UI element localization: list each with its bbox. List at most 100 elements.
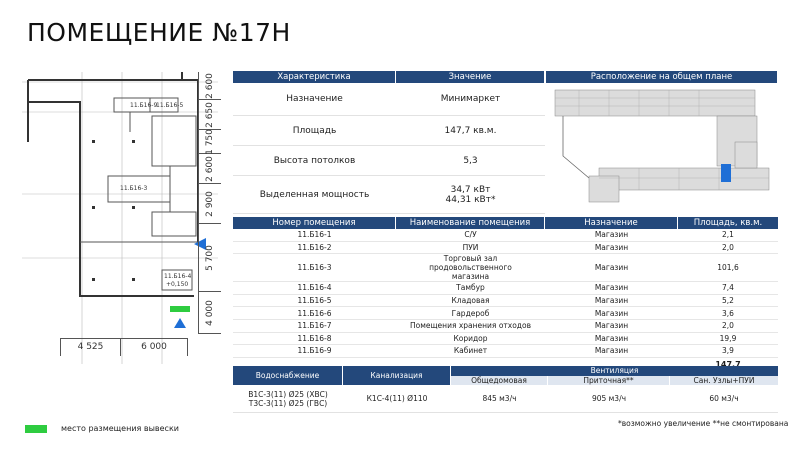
dim-horizontal: 4 525 — [60, 339, 120, 356]
table-row: 11.Б16-1 С/У Магазин 2,1 — [233, 229, 778, 242]
table-row: 11.Б16-2 ПУИ Магазин 2,0 — [233, 242, 778, 255]
sign-location-swatch — [25, 424, 47, 433]
sewer-value: К1С-4(11) Ø110 — [366, 394, 428, 403]
room-label-3: 11.Б16-3 — [120, 185, 147, 192]
room-number: 11.Б16-7 — [297, 321, 332, 331]
water-supply: В1С-3(11) Ø25 (ХВС) Т3С-3(11) Ø25 (ГВС) — [233, 390, 343, 408]
floor-plan-drawing: 11.Б16-9 11.Б16-5 11.Б16-3 11.Б16-4 +0,1… — [22, 72, 218, 364]
header-room-name: Наименование помещения — [396, 217, 545, 229]
dim-vertical: 1 750 — [199, 129, 221, 154]
room-name: Гардероб — [451, 308, 490, 318]
legend-label: место размещения вывески — [61, 424, 179, 433]
page-title: ПОМЕЩЕНИЕ №17Н — [27, 18, 291, 47]
char-value: 34,7 кВт 44,31 кВт* — [396, 185, 545, 205]
horizontal-dimensions: 4 525 6 000 — [60, 338, 188, 356]
header-characteristic: Характеристика — [233, 71, 396, 83]
room-area: 7,4 — [722, 283, 734, 293]
footnotes: *возможно увеличение **не смонтирована — [618, 419, 789, 428]
char-value: Минимаркет — [440, 94, 501, 104]
room-name: Кладовая — [451, 296, 490, 306]
room-purpose: Магазин — [594, 263, 629, 273]
room-purpose: Магазин — [594, 230, 629, 240]
vent-supply-value: 905 м3/ч — [591, 394, 627, 403]
room-purpose: Магазин — [594, 346, 629, 356]
vent-sanitary-value: 60 м3/ч — [709, 394, 739, 403]
room-number: 11.Б16-3 — [297, 263, 332, 273]
power-value: 34,7 кВт — [450, 184, 491, 195]
legend: место размещения вывески — [25, 424, 179, 433]
room-area: 2,0 — [722, 321, 734, 331]
room-purpose: Магазин — [594, 242, 629, 252]
char-value: 147,7 кв.м. — [444, 125, 497, 136]
room-area: 3,9 — [722, 346, 734, 356]
highlighted-unit — [721, 164, 731, 182]
overview-map — [554, 89, 770, 203]
char-label: Высота потолков — [273, 155, 356, 166]
room-number: 11.Б16-6 — [297, 308, 332, 318]
header-location: Расположение на общем плане — [546, 71, 778, 83]
utilities-header: Водоснабжение Канализация Вентиляция Общ… — [233, 366, 778, 385]
utilities-row: В1С-3(11) Ø25 (ХВС) Т3С-3(11) Ø25 (ГВС) … — [233, 385, 778, 413]
header-room-purpose: Назначение — [545, 217, 678, 229]
floor-plan: 11.Б16-9 11.Б16-5 11.Б16-3 11.Б16-4 +0,1… — [22, 72, 218, 364]
table-row: 11.Б16-9 Кабинет Магазин 3,9 — [233, 345, 778, 358]
location-overview-plan — [549, 86, 777, 210]
floor-level-label: +0,150 — [166, 281, 188, 288]
room-number: 11.Б16-9 — [297, 346, 332, 356]
header-sewer: Канализация — [343, 366, 451, 385]
room-purpose: Магазин — [594, 308, 629, 318]
characteristics-header: Характеристика Значение — [233, 71, 545, 83]
room-name: Тамбур — [456, 283, 485, 293]
power-value-extended: 44,31 кВт* — [445, 194, 496, 205]
room-purpose: Магазин — [594, 321, 629, 331]
vent-general-value: 845 м3/ч — [482, 394, 517, 403]
water-cold: В1С-3(11) Ø25 (ХВС) — [248, 389, 328, 399]
room-purpose: Магазин — [594, 333, 629, 343]
utilities-table: Водоснабжение Канализация Вентиляция Общ… — [233, 366, 778, 413]
vent-sub-header: Сан. Узлы+ПУИ — [670, 376, 778, 385]
room-name: Торговый зал продовольственного магазина — [429, 254, 512, 282]
char-value: 5,3 — [463, 155, 478, 166]
dim-vertical: 2 900 — [199, 184, 221, 224]
header-water: Водоснабжение — [233, 366, 343, 385]
room-area: 19,9 — [719, 333, 737, 343]
room-area: 2,0 — [722, 242, 734, 252]
dim-vertical: 2 650 — [199, 100, 221, 130]
room-name: Коридор — [453, 333, 488, 343]
char-row-area: Площадь 147,7 кв.м. — [233, 116, 545, 146]
room-label-4: 11.Б16-4 — [164, 273, 191, 280]
rooms-header: Номер помещения Наименование помещения Н… — [233, 217, 778, 229]
room-area: 5,2 — [722, 296, 734, 306]
room-area: 2,1 — [722, 230, 734, 240]
header-ventilation-group: Вентиляция Общедомовая Приточная** Сан. … — [451, 366, 778, 385]
room-number: 11.Б16-2 — [297, 242, 332, 252]
dim-horizontal: 6 000 — [120, 339, 188, 356]
rooms-table: Номер помещения Наименование помещения Н… — [233, 217, 778, 371]
char-row-ceiling: Высота потолков 5,3 — [233, 146, 545, 176]
dim-vertical: 4 000 — [199, 292, 221, 334]
room-purpose: Магазин — [594, 296, 629, 306]
table-row: 11.Б16-4 Тамбур Магазин 7,4 — [233, 282, 778, 295]
water-hot: Т3С-3(11) Ø25 (ГВС) — [248, 398, 328, 408]
char-label: Выделенная мощность — [259, 189, 370, 200]
room-number: 11.Б16-8 — [297, 333, 332, 343]
vent-sub-header: Общедомовая — [451, 376, 548, 385]
room-label-9: 11.Б16-9 — [130, 102, 157, 109]
dim-vertical: 2 600 — [199, 154, 221, 184]
room-number: 11.Б16-5 — [297, 296, 332, 306]
characteristics-table: Характеристика Значение Назначение Миним… — [233, 71, 545, 214]
header-value: Значение — [396, 71, 545, 83]
table-row: 11.Б16-5 Кладовая Магазин 5,2 — [233, 295, 778, 308]
sign-location-marker — [170, 306, 190, 312]
room-area: 101,6 — [717, 263, 739, 273]
header-room-area: Площадь, кв.м. — [678, 217, 778, 229]
room-label-5: 11.Б16-5 — [156, 102, 183, 109]
char-label: Площадь — [292, 125, 337, 136]
vent-sub-header: Приточная** — [548, 376, 670, 385]
dim-vertical: 5 700 — [199, 224, 221, 292]
room-area: 3,6 — [722, 308, 734, 318]
char-row-purpose: Назначение Минимаркет — [233, 83, 545, 116]
room-purpose: Магазин — [594, 283, 629, 293]
room-name: С/У — [464, 230, 477, 240]
room-number: 11.Б16-1 — [297, 230, 332, 240]
